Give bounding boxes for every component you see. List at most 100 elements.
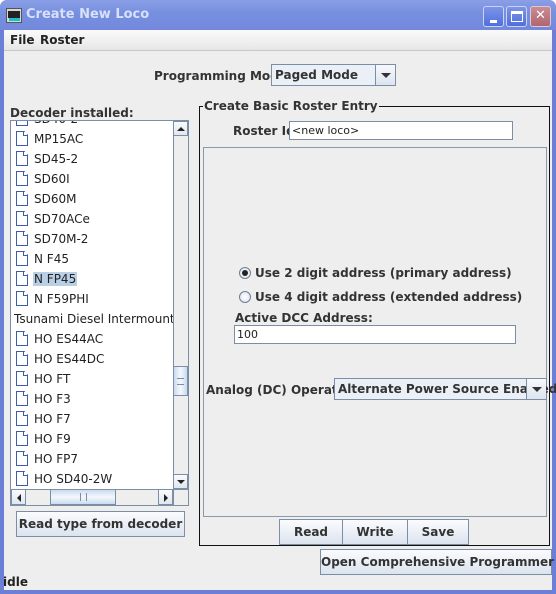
maximize-icon bbox=[511, 11, 523, 22]
decoder-list-item[interactable]: HO F3 bbox=[11, 389, 173, 409]
menu-file[interactable]: File bbox=[10, 33, 35, 47]
minimize-icon bbox=[490, 20, 497, 23]
decoder-list-item[interactable]: HO ES44AC bbox=[11, 329, 173, 349]
document-icon bbox=[16, 331, 28, 346]
decoder-list-item[interactable]: N F59PHI bbox=[11, 289, 173, 309]
chevron-down-icon[interactable] bbox=[526, 379, 546, 399]
radio-checked-icon bbox=[239, 267, 251, 279]
decoder-list-items: SD40-2 MP15AC SD45-2 SD60I SD60M SD70ACe SD70M… bbox=[11, 121, 188, 489]
read-button[interactable]: Read bbox=[279, 519, 343, 545]
analog-operation-select[interactable]: Alternate Power Source Enabled bbox=[334, 378, 556, 400]
decoder-list-item[interactable]: N F45 bbox=[11, 249, 173, 269]
document-icon bbox=[16, 291, 28, 306]
decoder-list-item[interactable]: HO F9 bbox=[11, 429, 173, 449]
decoder-list-item[interactable]: HO F7 bbox=[11, 409, 173, 429]
close-icon: ✕ bbox=[535, 8, 546, 23]
decoder-list-item[interactable]: SD60I bbox=[11, 169, 173, 189]
scroll-up-button[interactable] bbox=[173, 121, 188, 136]
active-dcc-address-label: Active DCC Address: bbox=[235, 311, 373, 325]
two-digit-address-radio[interactable]: Use 2 digit address (primary address) bbox=[239, 266, 512, 282]
programming-mode-select[interactable]: Paged Mode bbox=[271, 64, 396, 86]
decoder-list-item[interactable]: SD60M bbox=[11, 189, 173, 209]
decoder-item-label: SD45-2 bbox=[34, 152, 79, 166]
four-digit-address-radio[interactable]: Use 4 digit address (extended address) bbox=[239, 290, 522, 306]
scroll-left-button[interactable] bbox=[11, 489, 26, 505]
decoder-item-label: HO ES44AC bbox=[34, 332, 104, 346]
document-icon bbox=[16, 231, 28, 246]
four-digit-address-label: Use 4 digit address (extended address) bbox=[255, 290, 523, 304]
decoder-list-item[interactable]: SD45-2 bbox=[11, 149, 173, 169]
open-comprehensive-programmer-button[interactable]: Open Comprehensive Programmer bbox=[320, 549, 554, 575]
document-icon bbox=[16, 131, 28, 146]
decoder-list-item[interactable]: SD40-2 bbox=[11, 121, 173, 129]
roster-id-input[interactable]: <new loco> bbox=[289, 121, 513, 140]
document-icon bbox=[16, 351, 28, 366]
document-icon bbox=[16, 171, 28, 186]
decoder-list-item[interactable]: HO ES44DC bbox=[11, 349, 173, 369]
document-icon bbox=[16, 121, 28, 126]
document-icon bbox=[16, 451, 28, 466]
read-type-from-decoder-button[interactable]: Read type from decoder bbox=[16, 511, 185, 537]
document-icon bbox=[16, 191, 28, 206]
train-icon bbox=[6, 8, 22, 23]
vertical-scrollbar[interactable] bbox=[173, 121, 188, 489]
scroll-corner bbox=[173, 489, 188, 505]
group-title: Create Basic Roster Entry bbox=[203, 99, 379, 113]
scroll-down-button[interactable] bbox=[173, 474, 188, 489]
dcc-address-input[interactable]: 100 bbox=[234, 325, 516, 344]
decoder-list: SD40-2 MP15AC SD45-2 SD60I SD60M SD70ACe SD70M… bbox=[10, 120, 189, 506]
programming-mode-label: Programming Mode bbox=[154, 69, 287, 83]
horizontal-scroll-thumb[interactable] bbox=[50, 489, 116, 505]
decoder-item-label: HO F9 bbox=[34, 432, 71, 446]
document-icon bbox=[16, 271, 28, 286]
document-icon bbox=[16, 471, 28, 486]
roster-id-label: Roster Id bbox=[233, 124, 295, 138]
document-icon bbox=[16, 211, 28, 226]
address-panel: Use 2 digit address (primary address) Us… bbox=[203, 147, 556, 517]
minimize-button[interactable] bbox=[483, 6, 504, 27]
decoder-list-item[interactable]: HO SD40-2W bbox=[11, 469, 173, 489]
write-button[interactable]: Write bbox=[342, 519, 408, 545]
decoder-list-item[interactable]: SD70ACe bbox=[11, 209, 173, 229]
decoder-item-label: N F45 bbox=[34, 252, 69, 266]
decoder-installed-label: Decoder installed: bbox=[10, 106, 134, 120]
document-icon bbox=[16, 371, 28, 386]
decoder-item-label: HO FP7 bbox=[34, 452, 79, 466]
decoder-item-label: HO F7 bbox=[34, 412, 71, 426]
document-icon bbox=[16, 151, 28, 166]
document-icon bbox=[16, 411, 28, 426]
save-button[interactable]: Save bbox=[407, 519, 469, 545]
vertical-scroll-thumb[interactable] bbox=[173, 366, 188, 396]
document-icon bbox=[16, 431, 28, 446]
decoder-item-label: HO SD40-2W bbox=[34, 472, 113, 486]
decoder-list-item[interactable]: SD70M-2 bbox=[11, 229, 173, 249]
decoder-item-label: N F59PHI bbox=[34, 292, 89, 306]
decoder-item-label: SD70ACe bbox=[34, 212, 90, 226]
radio-unchecked-icon bbox=[239, 291, 251, 303]
decoder-item-label: Tsunami Diesel Intermountain bbox=[14, 312, 189, 326]
decoder-group-item[interactable]: Tsunami Diesel Intermountain bbox=[11, 309, 188, 329]
decoder-list-item[interactable]: HO FT bbox=[11, 369, 173, 389]
status-text: idle bbox=[3, 575, 28, 589]
horizontal-scrollbar[interactable] bbox=[11, 489, 173, 505]
scroll-right-button[interactable] bbox=[158, 489, 173, 505]
title-bar[interactable]: Create New Loco ✕ bbox=[0, 0, 556, 30]
chevron-down-icon[interactable] bbox=[375, 65, 395, 85]
decoder-item-label: N FP45 bbox=[33, 272, 78, 286]
decoder-item-label: MP15AC bbox=[34, 132, 84, 146]
decoder-list-item[interactable]: MP15AC bbox=[11, 129, 173, 149]
close-button[interactable]: ✕ bbox=[530, 6, 551, 27]
decoder-list-item[interactable]: HO FP7 bbox=[11, 449, 173, 469]
decoder-item-label: HO ES44DC bbox=[34, 352, 105, 366]
decoder-item-label: SD40-2 bbox=[33, 121, 79, 126]
decoder-list-item[interactable]: N FP45 bbox=[11, 269, 173, 289]
decoder-item-label: HO F3 bbox=[34, 392, 71, 406]
decoder-item-label: SD60I bbox=[34, 172, 70, 186]
create-basic-roster-entry-panel: Create Basic Roster Entry Roster Id <new… bbox=[199, 99, 556, 546]
document-icon bbox=[16, 251, 28, 266]
maximize-button[interactable] bbox=[506, 6, 527, 27]
decoder-item-label: HO FT bbox=[34, 372, 71, 386]
menu-roster[interactable]: Roster bbox=[40, 33, 84, 47]
decoder-item-label: SD70M-2 bbox=[34, 232, 89, 246]
document-icon bbox=[16, 391, 28, 406]
